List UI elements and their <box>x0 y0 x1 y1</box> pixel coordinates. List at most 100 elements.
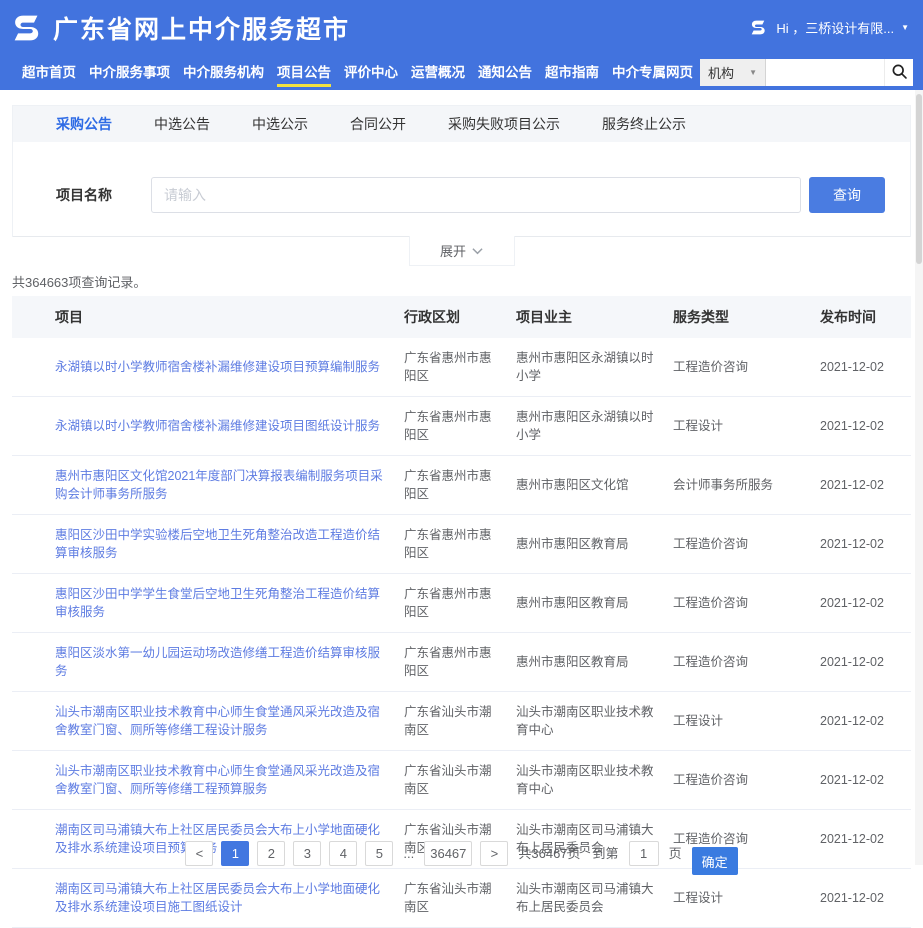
table-header-row: 项目 行政区划 项目业主 服务类型 发布时间 <box>12 296 911 338</box>
cell-service-type: 工程造价咨询 <box>673 633 820 692</box>
page-button-5[interactable]: 5 <box>365 841 393 866</box>
page-button-2[interactable]: 2 <box>257 841 285 866</box>
nav-item-service-items[interactable]: 中介服务事项 <box>89 55 170 90</box>
results-table: 项目 行政区划 项目业主 服务类型 发布时间 永湖镇以时小学教师宿舍楼补漏维修建… <box>12 296 911 928</box>
project-link[interactable]: 潮南区司马浦镇大布上社区居民委员会大布上小学地面硬化及排水系统建设项目施工图纸设… <box>55 882 380 914</box>
cell-owner: 汕头市潮南区司马浦镇大布上居民委员会 <box>516 869 673 928</box>
column-header-service-type: 服务类型 <box>673 296 820 338</box>
scrollbar[interactable] <box>915 90 923 865</box>
cell-region: 广东省汕头市潮南区 <box>404 869 516 928</box>
scrollbar-thumb[interactable] <box>916 94 922 264</box>
query-button[interactable]: 查询 <box>809 177 885 213</box>
table-row: 惠阳区沙田中学学生食堂后空地卫生死角整治工程造价结算审核服务 广东省惠州市惠阳区… <box>12 574 911 633</box>
cell-owner: 惠州市惠阳区文化馆 <box>516 456 673 515</box>
table-row: 惠阳区淡水第一幼儿园运动场改造修缮工程造价结算审核服务 广东省惠州市惠阳区 惠州… <box>12 633 911 692</box>
cell-service-type: 工程造价咨询 <box>673 574 820 633</box>
page-button-3[interactable]: 3 <box>293 841 321 866</box>
cell-service-type: 工程设计 <box>673 397 820 456</box>
cell-owner: 汕头市潮南区职业技术教育中心 <box>516 751 673 810</box>
table-row: 潮南区司马浦镇大布上社区居民委员会大布上小学地面硬化及排水系统建设项目施工图纸设… <box>12 869 911 928</box>
announcement-panel: 采购公告 中选公告 中选公示 合同公开 采购失败项目公示 服务终止公示 项目名称… <box>12 105 911 237</box>
cell-owner: 汕头市潮南区职业技术教育中心 <box>516 692 673 751</box>
cell-publish-date: 2021-12-02 <box>820 456 911 515</box>
page-button-1[interactable]: 1 <box>221 841 249 866</box>
cell-region: 广东省惠州市惠阳区 <box>404 574 516 633</box>
header-search-input[interactable] <box>766 59 884 86</box>
cell-service-type: 工程设计 <box>673 869 820 928</box>
page-ellipsis: ... <box>401 841 416 866</box>
tab-procurement-announcement[interactable]: 采购公告 <box>56 114 112 134</box>
nav-item-project-announcements[interactable]: 项目公告 <box>277 55 331 90</box>
cell-service-type: 工程造价咨询 <box>673 751 820 810</box>
cell-publish-date: 2021-12-02 <box>820 633 911 692</box>
cell-region: 广东省惠州市惠阳区 <box>404 633 516 692</box>
header-search-button[interactable] <box>884 59 913 86</box>
chevron-down-icon <box>472 243 483 258</box>
page-button-4[interactable]: 4 <box>329 841 357 866</box>
total-pages-text: 共36467页 <box>518 841 580 866</box>
cell-service-type: 工程造价咨询 <box>673 338 820 397</box>
tab-winning-announcement[interactable]: 中选公告 <box>154 114 210 134</box>
cell-publish-date: 2021-12-02 <box>820 574 911 633</box>
cell-publish-date: 2021-12-02 <box>820 515 911 574</box>
expand-toggle[interactable]: 展开 <box>409 236 515 266</box>
project-link[interactable]: 惠州市惠阳区文化馆2021年度部门决算报表编制服务项目采购会计师事务所服务 <box>55 469 383 501</box>
nav-item-evaluation-center[interactable]: 评价中心 <box>344 55 398 90</box>
user-logo-icon <box>748 17 769 38</box>
goto-page-input[interactable] <box>629 841 659 866</box>
confirm-button[interactable]: 确定 <box>692 847 738 875</box>
announcement-tabs: 采购公告 中选公告 中选公示 合同公开 采购失败项目公示 服务终止公示 <box>13 106 910 142</box>
cell-service-type: 会计师事务所服务 <box>673 456 820 515</box>
project-link[interactable]: 汕头市潮南区职业技术教育中心师生食堂通风采光改造及宿舍教室门窗、厕所等修缮工程设… <box>55 705 380 737</box>
expand-label: 展开 <box>440 241 466 260</box>
main-nav: 超市首页 中介服务事项 中介服务机构 项目公告 评价中心 运营概况 通知公告 超… <box>22 55 693 90</box>
nav-item-home[interactable]: 超市首页 <box>22 55 76 90</box>
tab-failed-procurement-publicity[interactable]: 采购失败项目公示 <box>448 114 560 134</box>
cell-publish-date: 2021-12-02 <box>820 869 911 928</box>
project-link[interactable]: 汕头市潮南区职业技术教育中心师生食堂通风采光改造及宿舍教室门窗、厕所等修缮工程预… <box>55 764 380 796</box>
page-button-last[interactable]: 36467 <box>424 841 472 866</box>
cell-service-type: 工程造价咨询 <box>673 515 820 574</box>
cell-publish-date: 2021-12-02 <box>820 751 911 810</box>
prev-page-button[interactable]: < <box>185 841 213 866</box>
cell-owner: 惠州市惠阳区永湖镇以时小学 <box>516 338 673 397</box>
nav-item-service-agencies[interactable]: 中介服务机构 <box>183 55 264 90</box>
nav-item-operations-overview[interactable]: 运营概况 <box>411 55 465 90</box>
next-page-button[interactable]: > <box>480 841 508 866</box>
project-link[interactable]: 惠阳区沙田中学实验楼后空地卫生死角整治改造工程造价结算审核服务 <box>55 528 380 560</box>
table-row: 永湖镇以时小学教师宿舍楼补漏维修建设项目预算编制服务 广东省惠州市惠阳区 惠州市… <box>12 338 911 397</box>
nav-item-market-guide[interactable]: 超市指南 <box>545 55 599 90</box>
project-link[interactable]: 惠阳区沙田中学学生食堂后空地卫生死角整治工程造价结算审核服务 <box>55 587 380 619</box>
filter-area: 项目名称 查询 展开 <box>13 142 910 237</box>
table-row: 惠州市惠阳区文化馆2021年度部门决算报表编制服务项目采购会计师事务所服务 广东… <box>12 456 911 515</box>
project-name-input[interactable] <box>151 177 801 213</box>
user-menu[interactable]: Hi ，三桥设计有限... ▼ <box>748 17 909 38</box>
tab-winning-publicity[interactable]: 中选公示 <box>252 114 308 134</box>
cell-publish-date: 2021-12-02 <box>820 397 911 456</box>
tab-service-termination-publicity[interactable]: 服务终止公示 <box>602 114 686 134</box>
cell-region: 广东省惠州市惠阳区 <box>404 338 516 397</box>
header-search: 机构 ▼ <box>700 59 913 86</box>
cell-owner: 惠州市惠阳区教育局 <box>516 515 673 574</box>
tab-contract-disclosure[interactable]: 合同公开 <box>350 114 406 134</box>
caret-down-icon: ▼ <box>901 23 909 32</box>
cell-publish-date: 2021-12-02 <box>820 692 911 751</box>
cell-region: 广东省惠州市惠阳区 <box>404 397 516 456</box>
search-category-select[interactable]: 机构 ▼ <box>700 59 766 86</box>
nav-item-notices[interactable]: 通知公告 <box>478 55 532 90</box>
column-header-publish-date: 发布时间 <box>820 296 911 338</box>
cell-owner: 惠州市惠阳区永湖镇以时小学 <box>516 397 673 456</box>
project-link[interactable]: 永湖镇以时小学教师宿舍楼补漏维修建设项目预算编制服务 <box>55 360 380 374</box>
nav-item-agency-pages[interactable]: 中介专属网页 <box>612 55 693 90</box>
column-header-owner: 项目业主 <box>516 296 673 338</box>
project-link[interactable]: 永湖镇以时小学教师宿舍楼补漏维修建设项目图纸设计服务 <box>55 419 380 433</box>
project-link[interactable]: 惠阳区淡水第一幼儿园运动场改造修缮工程造价结算审核服务 <box>55 646 380 678</box>
cell-region: 广东省汕头市潮南区 <box>404 692 516 751</box>
table-row: 惠阳区沙田中学实验楼后空地卫生死角整治改造工程造价结算审核服务 广东省惠州市惠阳… <box>12 515 911 574</box>
app-header: 广东省网上中介服务超市 Hi ，三桥设计有限... ▼ 超市首页 中介服务事项 … <box>0 0 923 90</box>
goto-prefix-label: 到第 <box>593 841 619 866</box>
pagination: < 1 2 3 4 5 ... 36467 > 共36467页 到第 页 确定 <box>0 841 923 875</box>
search-icon <box>891 63 908 83</box>
site-logo-icon <box>8 9 46 47</box>
search-category-value: 机构 <box>708 63 734 82</box>
